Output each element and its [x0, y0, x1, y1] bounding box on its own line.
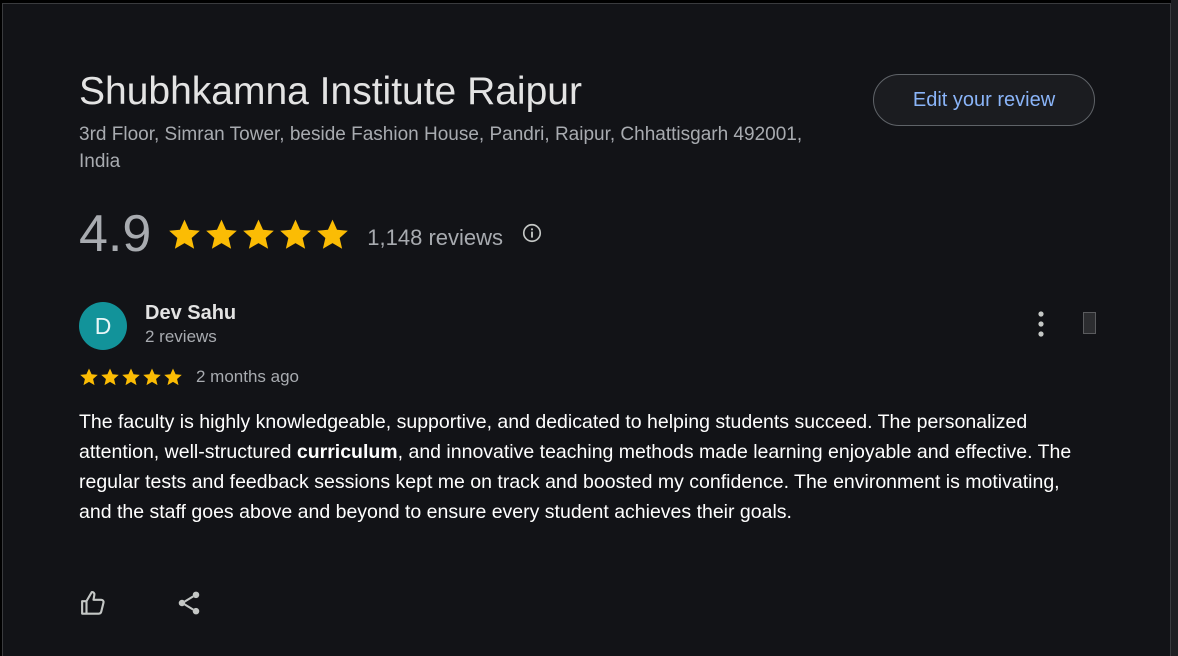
page-edge	[1171, 0, 1178, 656]
rating-summary: 4.9 1,148 reviews	[79, 202, 543, 266]
review-text: The faculty is highly knowledgeable, sup…	[79, 407, 1079, 527]
star-icon	[243, 219, 275, 249]
review-text-bold: curriculum	[296, 441, 398, 463]
average-rating: 4.9	[79, 205, 152, 263]
star-icon	[169, 219, 201, 249]
star-icon	[80, 368, 98, 386]
review-stars	[79, 367, 184, 387]
reviewer-name[interactable]: Dev Sahu	[145, 302, 236, 325]
place-address: 3rd Floor, Simran Tower, beside Fashion …	[79, 124, 803, 172]
edit-review-button[interactable]: Edit your review	[873, 74, 1095, 126]
star-icon	[101, 368, 119, 386]
star-icon	[206, 219, 238, 249]
star-icon	[143, 368, 161, 386]
thumbs-up-icon[interactable]	[79, 588, 109, 618]
more-vert-icon[interactable]	[1029, 308, 1053, 340]
rating-stars	[167, 217, 350, 252]
star-icon	[280, 219, 312, 249]
star-icon	[317, 219, 349, 249]
review-count[interactable]: 1,148 reviews	[367, 225, 503, 251]
review-panel: Shubhkamna Institute Raipur 3rd Floor, S…	[2, 3, 1171, 656]
place-title: Shubhkamna Institute Raipur	[79, 70, 582, 113]
review-time: 2 months ago	[196, 367, 300, 386]
avatar[interactable]: D	[79, 302, 127, 350]
review-meta: 2 months ago	[79, 366, 299, 388]
star-icon	[122, 368, 140, 386]
share-icon[interactable]	[175, 589, 203, 617]
star-icon	[164, 368, 182, 386]
side-indicator	[1083, 312, 1096, 334]
reviewer-review-count: 2 reviews	[145, 327, 217, 346]
info-icon[interactable]	[521, 222, 543, 244]
